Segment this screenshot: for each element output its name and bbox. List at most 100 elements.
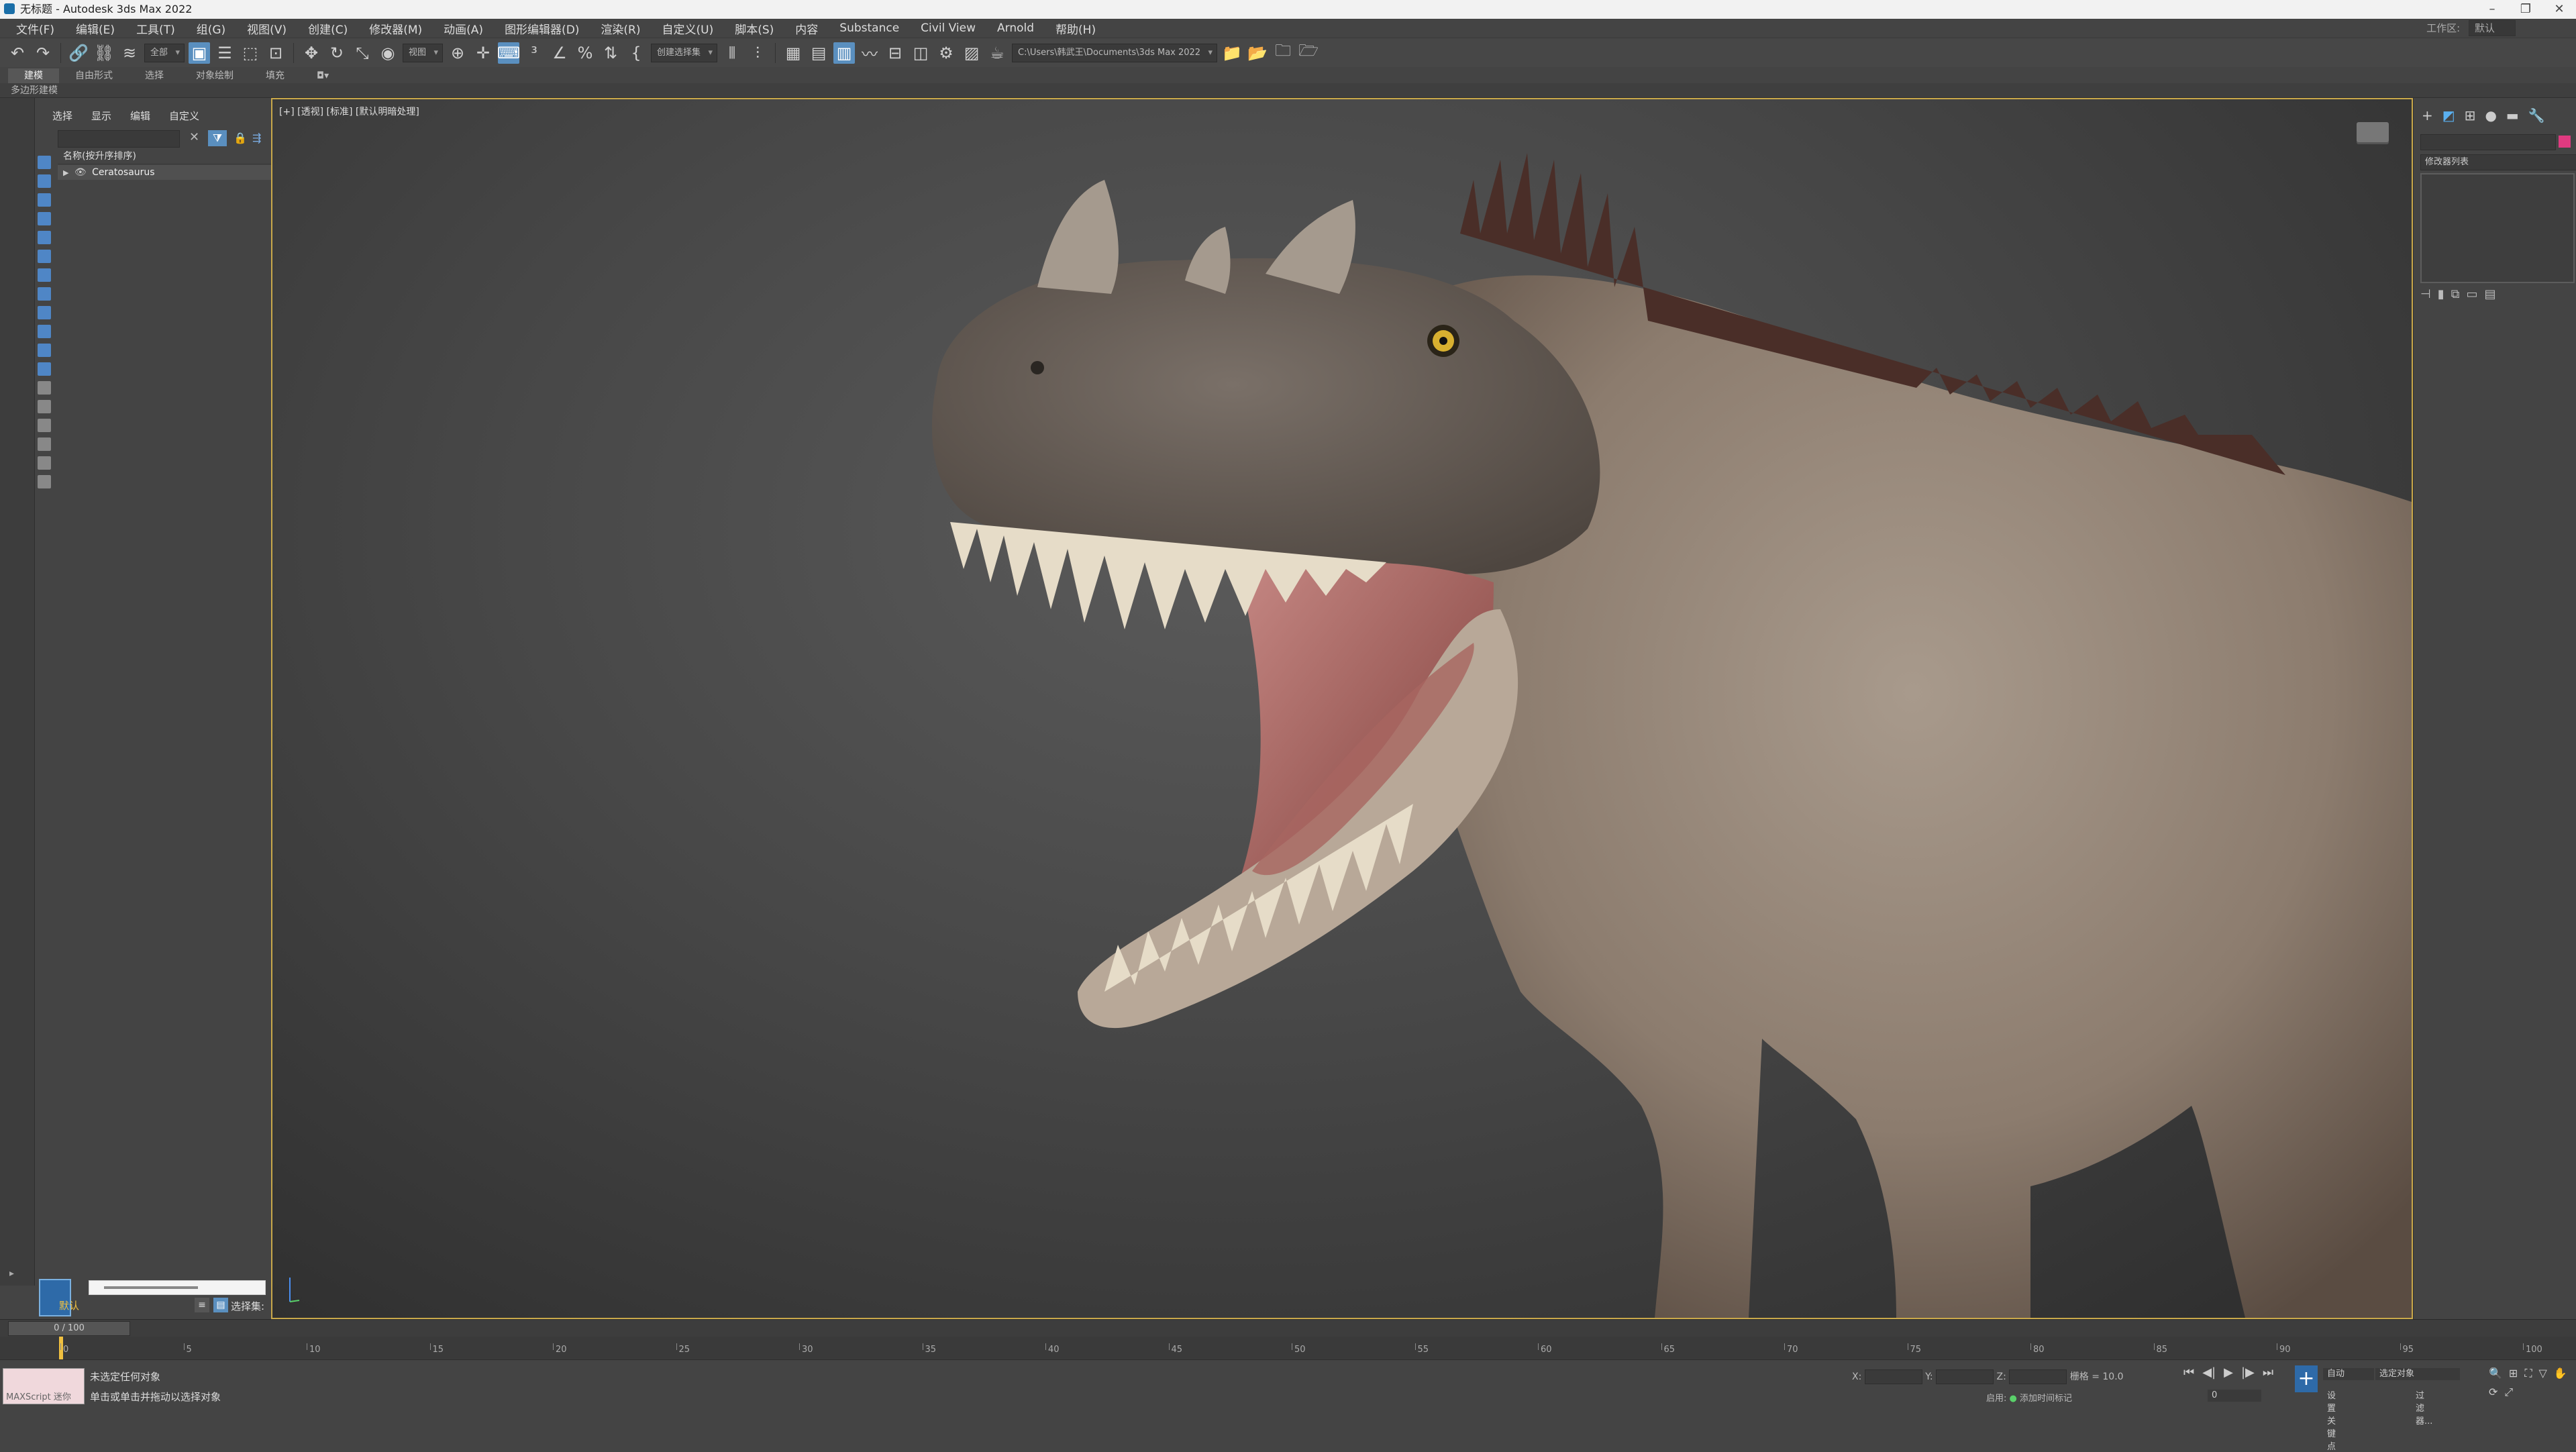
go-to-end-icon[interactable]: ⏭	[2263, 1365, 2273, 1380]
visibility-eye-icon[interactable]: 👁	[74, 167, 87, 178]
menu-animation[interactable]: 动画(A)	[433, 20, 494, 37]
layer-explorer-icon[interactable]: ▤	[808, 42, 829, 64]
undo-icon[interactable]: ↶	[7, 42, 28, 64]
viewcube-icon[interactable]	[2357, 122, 2389, 142]
link-icon[interactable]: 🔗	[68, 42, 89, 64]
expand-arrow-icon[interactable]: ▶	[63, 168, 68, 177]
explorer-tab-customize[interactable]: 自定义	[161, 107, 207, 124]
explorer-tab-select[interactable]: 选择	[44, 107, 81, 124]
scene-explorer-icon[interactable]: ▦	[782, 42, 804, 64]
move-icon[interactable]: ✥	[301, 42, 322, 64]
schematic-view-icon[interactable]: ⊟	[884, 42, 906, 64]
menu-content[interactable]: 内容	[784, 20, 829, 37]
motion-tab-icon[interactable]: ●	[2485, 107, 2496, 123]
keyboard-shortcut-override-icon[interactable]: ⌨	[497, 42, 520, 64]
workspace-dropdown[interactable]: 默认	[2468, 20, 2516, 36]
container-filter-icon[interactable]	[38, 325, 51, 338]
modify-tab-icon[interactable]: ◩	[2442, 107, 2455, 123]
unlink-icon[interactable]: ⛓	[93, 42, 115, 64]
menu-arnold[interactable]: Arnold	[986, 21, 1045, 35]
explorer-tab-display[interactable]: 显示	[83, 107, 119, 124]
maximize-button[interactable]: ❐	[2509, 0, 2542, 19]
menu-help[interactable]: 帮助(H)	[1045, 20, 1106, 37]
modifier-list-dropdown[interactable]: 修改器列表	[2420, 154, 2576, 170]
frozen-filter-icon[interactable]	[38, 344, 51, 357]
ribbon-tab-selection[interactable]: 选择	[129, 68, 180, 83]
menu-create[interactable]: 创建(C)	[297, 20, 358, 37]
display-all-icon[interactable]	[38, 381, 51, 395]
create-project-icon[interactable]: 🗀	[1272, 41, 1294, 64]
configure-modifier-sets-icon[interactable]: ▤	[2484, 287, 2495, 301]
make-unique-icon[interactable]: ⧉	[2451, 287, 2460, 301]
spinner-snap-icon[interactable]: ⇅	[600, 42, 621, 64]
y-coord-field[interactable]	[1936, 1369, 1994, 1384]
snaps-toggle-icon[interactable]: ³	[523, 42, 545, 64]
scale-icon[interactable]: ⤡	[352, 42, 373, 64]
time-slider[interactable]: 0 / 100	[0, 1319, 2576, 1337]
field-of-view-icon[interactable]: ▽	[2539, 1367, 2547, 1382]
play-icon[interactable]: ▶	[2224, 1365, 2233, 1380]
adaptive-degradation-icon[interactable]: ●	[2010, 1394, 2017, 1404]
redo-icon[interactable]: ↷	[32, 42, 54, 64]
group-filter-icon[interactable]	[38, 268, 51, 282]
edit-named-selection-icon[interactable]: {	[625, 42, 647, 64]
menu-group[interactable]: 组(G)	[186, 20, 236, 37]
project-folder-icon[interactable]: 📁	[1221, 42, 1243, 64]
select-object-icon[interactable]: ▣	[189, 42, 211, 64]
zoom-extents-icon[interactable]: ⛶	[2524, 1367, 2532, 1382]
ribbon-toggle-icon[interactable]: ▥	[833, 42, 856, 64]
spacewarp-filter-icon[interactable]	[38, 250, 51, 263]
layer-stack-icon[interactable]: ≡	[195, 1298, 209, 1312]
reference-coord-dropdown[interactable]: 视图	[403, 43, 444, 62]
zoom-all-icon[interactable]: ⊞	[2509, 1367, 2518, 1382]
hidden-filter-icon[interactable]	[38, 362, 51, 376]
menu-graph-editors[interactable]: 图形编辑器(D)	[494, 20, 590, 37]
layer-dropdown[interactable]: 默认	[54, 1298, 193, 1314]
orbit-icon[interactable]: ⟳	[2489, 1386, 2497, 1400]
key-filters-button[interactable]: 过滤器...	[2416, 1388, 2432, 1427]
search-input[interactable]	[58, 130, 180, 148]
expand-arrow-icon[interactable]: ▸	[9, 1268, 14, 1279]
show-end-result-icon[interactable]: ▮	[2438, 287, 2444, 301]
selection-filter-dropdown[interactable]: 全部	[144, 43, 185, 62]
percent-snap-icon[interactable]: %	[574, 42, 596, 64]
go-to-start-icon[interactable]: ⏮	[2183, 1365, 2194, 1380]
current-frame-field[interactable]: 0	[2208, 1390, 2261, 1402]
menu-views[interactable]: 视图(V)	[236, 20, 297, 37]
select-by-name-icon[interactable]: ☰	[214, 42, 236, 64]
previous-frame-icon[interactable]: ◀|	[2202, 1365, 2216, 1380]
modifier-stack[interactable]	[2420, 173, 2575, 283]
close-button[interactable]: ✕	[2542, 0, 2576, 19]
placement-icon[interactable]: ◉	[377, 42, 399, 64]
explorer-column-header[interactable]: 名称(按升序排序)	[58, 149, 276, 164]
menu-substance[interactable]: Substance	[829, 21, 910, 35]
minimize-button[interactable]: –	[2475, 0, 2509, 19]
menu-tools[interactable]: 工具(T)	[125, 20, 186, 37]
object-name-field[interactable]	[2420, 134, 2556, 150]
window-crossing-icon[interactable]: ⊡	[265, 42, 287, 64]
explorer-tab-edit[interactable]: 编辑	[122, 107, 158, 124]
menu-file[interactable]: 文件(F)	[5, 20, 65, 37]
key-target-dropdown[interactable]: 选定对象	[2375, 1368, 2460, 1380]
ribbon-options-icon[interactable]: ◘▾	[301, 68, 345, 83]
add-time-tag[interactable]: 添加时间标记	[2020, 1394, 2072, 1404]
menu-civil-view[interactable]: Civil View	[910, 21, 986, 35]
light-filter-icon[interactable]	[38, 193, 51, 207]
selection-set-icon[interactable]: ▤	[213, 1298, 228, 1312]
invert-display-icon[interactable]	[38, 419, 51, 432]
remove-modifier-icon[interactable]: ▭	[2466, 287, 2477, 301]
pan-icon[interactable]: ✋	[2554, 1367, 2567, 1382]
xref-filter-icon[interactable]	[38, 287, 51, 301]
ribbon-tab-object-paint[interactable]: 对象绘制	[180, 68, 250, 83]
geometry-filter-icon[interactable]	[38, 156, 51, 169]
x-coord-field[interactable]	[1864, 1369, 1922, 1384]
find-icon[interactable]	[38, 437, 51, 451]
angle-snap-icon[interactable]: ∠	[549, 42, 570, 64]
rendered-frame-window-icon[interactable]: ▨	[961, 42, 982, 64]
display-none-icon[interactable]	[38, 400, 51, 413]
filter-icon[interactable]: ⧩	[208, 130, 227, 146]
track-bar[interactable]: 0 5 10 15 20 25 30 35 40 45 50 55 60 65 70 75 80 85 90 95 10…	[0, 1337, 2576, 1359]
time-slider-thumb[interactable]: 0 / 100	[8, 1321, 130, 1336]
perspective-viewport[interactable]: [+] [透视] [标准] [默认明暗处理]	[271, 98, 2413, 1319]
pivot-center-icon[interactable]: ⊕	[447, 42, 468, 64]
